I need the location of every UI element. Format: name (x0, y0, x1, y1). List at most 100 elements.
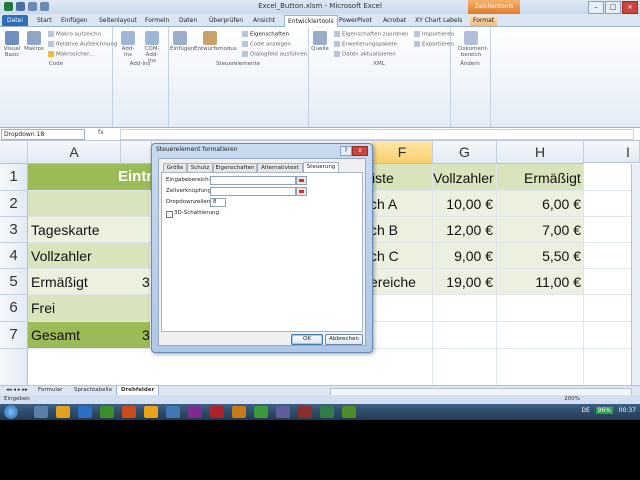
dialogfeld-button[interactable]: Dialogfeld ausführen (242, 51, 307, 58)
tab-steuerung[interactable]: Steuerung (303, 162, 339, 172)
tab-powerpivot[interactable]: PowerPivot (336, 15, 375, 26)
dialog-close-button[interactable]: x (352, 146, 368, 156)
cell-a3[interactable]: Tageskarte (31, 222, 99, 238)
tab-ueberpruefen[interactable]: Überprüfen (206, 15, 246, 26)
outlook-icon[interactable] (144, 406, 158, 418)
addins-button[interactable]: Add-Ins (118, 31, 138, 58)
row-header-1[interactable]: 1 (0, 164, 28, 191)
dropdownzeilen-input[interactable]: 8 (210, 198, 226, 207)
cell-a4[interactable]: Vollzahler (31, 248, 92, 264)
cell-f2[interactable]: ch A (370, 196, 397, 212)
sheet-nav-arrows[interactable]: ◂◂ ◂ ▸ ▸▸ (2, 386, 32, 395)
makro-aufzeichnen-button[interactable]: Makro aufzeichn. (48, 31, 103, 38)
cell-g1[interactable]: Vollzahler (433, 170, 494, 186)
com-addins-button[interactable]: COM-Add-Ins (142, 31, 162, 64)
cell-g5[interactable]: 19,00 € (433, 274, 493, 290)
camtasia-icon[interactable] (342, 406, 356, 418)
exportieren-button[interactable]: Exportieren (414, 41, 454, 48)
cell-h2[interactable]: 6,00 € (497, 196, 581, 212)
row-header-7[interactable]: 7 (0, 322, 28, 349)
sheet-tab-formular[interactable]: Formular (34, 386, 67, 395)
tab-ansicht[interactable]: Ansicht (250, 15, 278, 26)
column-header-hidden[interactable] (121, 141, 152, 164)
cell-h5[interactable]: 11,00 € (497, 274, 581, 290)
entwurfsmodus-button[interactable]: Entwurfsmodus (194, 31, 237, 52)
maximize-button[interactable]: □ (605, 1, 621, 14)
column-header-g[interactable]: G (433, 141, 497, 164)
battery-indicator[interactable]: 96% (595, 407, 613, 414)
cell-h1[interactable]: Ermäßigt (524, 170, 581, 186)
cell-h4[interactable]: 5,50 € (497, 248, 581, 264)
row-header-3[interactable]: 3 (0, 217, 28, 243)
cell-f4[interactable]: ch C (370, 248, 399, 264)
cell-g3[interactable]: 12,00 € (433, 222, 493, 238)
cell-b7[interactable]: 3 (142, 327, 150, 343)
explorer-icon[interactable] (34, 406, 48, 418)
einfuegen-control-button[interactable]: Einfügen (170, 31, 194, 52)
eigenschaften-zuordnen-button[interactable]: Eigenschaften zuordnen (334, 31, 408, 38)
cell-g4[interactable]: 9,00 € (433, 248, 493, 264)
access-icon[interactable] (210, 406, 224, 418)
tab-formeln[interactable]: Formeln (142, 15, 172, 26)
excel-icon[interactable] (100, 406, 114, 418)
column-header-i[interactable]: I (584, 141, 640, 163)
row-header-2[interactable]: 2 (0, 191, 28, 217)
tab-start[interactable]: Start (34, 15, 55, 26)
cell-a6[interactable]: Frei (31, 300, 55, 316)
tool-icon[interactable] (276, 406, 290, 418)
cell-f5[interactable]: ereiche (370, 274, 416, 290)
vertical-scrollbar[interactable] (631, 164, 640, 385)
row-header-5[interactable]: 5 (0, 269, 28, 295)
cell-a5[interactable]: Ermäßigt (31, 274, 88, 290)
publisher-icon[interactable] (232, 406, 246, 418)
makrosicherheit-button[interactable]: Makrosicher... (48, 51, 94, 58)
cell-a7[interactable]: Gesamt (31, 327, 80, 343)
app2-icon[interactable] (320, 406, 334, 418)
quelle-button[interactable]: Quelle (310, 31, 330, 52)
tab-seitenlayout[interactable]: Seitenlayout (96, 15, 140, 26)
powerpoint-icon[interactable] (122, 406, 136, 418)
acrobat-icon[interactable] (298, 406, 312, 418)
start-button-icon[interactable] (4, 405, 18, 419)
daten-aktualisieren-button[interactable]: Daten aktualisieren (334, 51, 396, 58)
tab-entwicklertools[interactable]: Entwicklertools (284, 15, 338, 27)
excel-active-icon[interactable] (254, 406, 268, 418)
column-header-a[interactable]: A (28, 141, 121, 164)
tab-datei[interactable]: Datei (2, 15, 28, 26)
eingabebereich-input[interactable] (210, 176, 296, 185)
tab-einfuegen[interactable]: Einfügen (58, 15, 90, 26)
sheet-tab-sprachtabelle[interactable]: Sprachtabelle (70, 386, 116, 395)
tab-format[interactable]: Format (470, 15, 498, 26)
cell-f1[interactable]: iste (372, 170, 394, 186)
cell-b5[interactable]: 3 (142, 274, 150, 290)
cell-a1[interactable]: Eintr (118, 168, 152, 185)
code-anzeigen-button[interactable]: Code anzeigen (242, 41, 291, 48)
close-button[interactable]: × (622, 1, 638, 14)
cell-h3[interactable]: 7,00 € (497, 222, 581, 238)
language-indicator[interactable]: DE (581, 407, 589, 414)
column-header-f[interactable]: F (372, 141, 433, 164)
erweiterungspakete-button[interactable]: Erweiterungspakete (334, 41, 397, 48)
schattierung-checkbox[interactable] (166, 211, 173, 218)
zellverknuepfung-ref-button[interactable] (296, 187, 307, 196)
minimize-button[interactable]: – (588, 1, 604, 14)
column-header-h[interactable]: H (497, 141, 584, 164)
zellverknuepfung-input[interactable] (210, 187, 296, 196)
tab-acrobat[interactable]: Acrobat (380, 15, 409, 26)
ok-button[interactable]: OK (291, 334, 323, 345)
formula-input[interactable] (120, 129, 634, 140)
row-header-4[interactable]: 4 (0, 243, 28, 269)
office-icon[interactable] (56, 406, 70, 418)
cell-f3[interactable]: ch B (370, 222, 398, 238)
dokumentbereich-button[interactable]: Dokument-bereich (458, 31, 488, 58)
visual-basic-button[interactable]: Visual Basic (2, 31, 22, 58)
relative-aufzeichnung-button[interactable]: Relative Aufzeichnung (48, 41, 117, 48)
tab-daten[interactable]: Daten (176, 15, 200, 26)
zoom-level[interactable]: 200% (564, 395, 580, 404)
word-icon[interactable] (78, 406, 92, 418)
onenote-icon[interactable] (188, 406, 202, 418)
cancel-button[interactable]: Abbrechen (325, 334, 363, 345)
tab-xy-chart-labels[interactable]: XY Chart Labels (412, 15, 465, 26)
cell-g2[interactable]: 10,00 € (433, 196, 493, 212)
select-all-corner[interactable] (0, 141, 28, 164)
